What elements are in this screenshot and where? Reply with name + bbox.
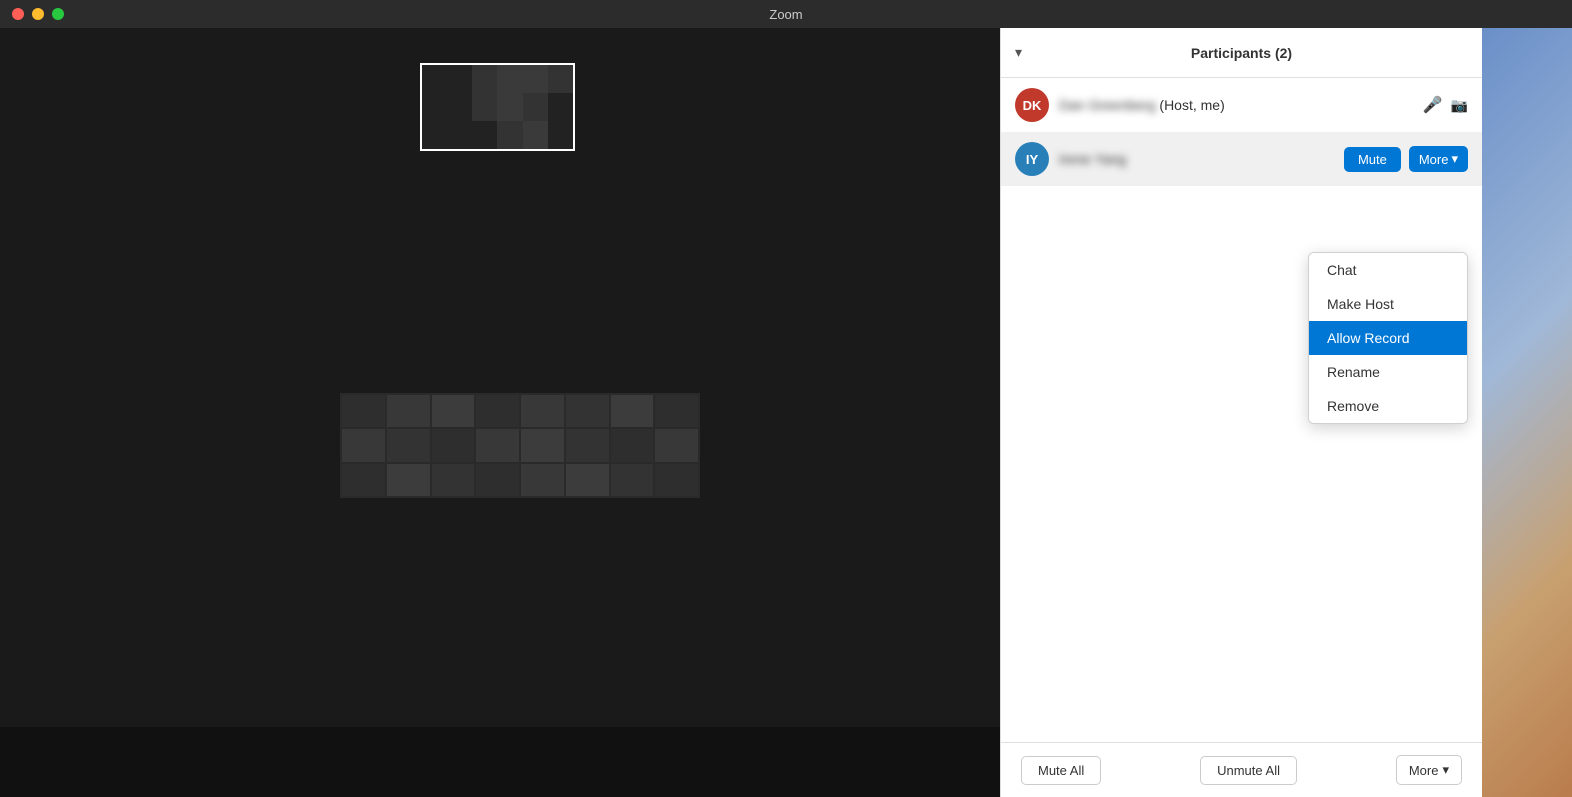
chevron-down-icon: ▾ (1451, 151, 1458, 167)
participant-controls-2: Mute More ▾ (1344, 146, 1468, 172)
thumb-cell (472, 121, 497, 149)
participant-row: IY Irene Yang Mute More ▾ (1001, 132, 1482, 186)
mic-icon: 🎤 (1423, 95, 1443, 115)
thumb-cell (447, 121, 472, 149)
dropdown-item-label: Remove (1327, 398, 1379, 414)
mute-all-button[interactable]: Mute All (1021, 756, 1101, 785)
participant-name-blurred: Dan Greenberg (1059, 97, 1156, 113)
blur-cell (521, 395, 564, 427)
avatar: DK (1015, 88, 1049, 122)
dropdown-item-make-host[interactable]: Make Host (1309, 287, 1467, 321)
dropdown-item-chat[interactable]: Chat (1309, 253, 1467, 287)
thumb-cell (447, 93, 472, 121)
panel-collapse-chevron[interactable]: ▾ (1015, 44, 1022, 61)
blur-cell (611, 464, 654, 496)
dropdown-item-label: Rename (1327, 364, 1380, 380)
dropdown-item-rename[interactable]: Rename (1309, 355, 1467, 389)
video-thumbnail (420, 63, 575, 151)
video-blur-area (340, 393, 700, 498)
blur-cell (476, 464, 519, 496)
blur-cell (476, 395, 519, 427)
video-toolbar (0, 727, 1000, 797)
video-area (0, 28, 1000, 797)
chevron-down-icon: ▾ (1442, 762, 1449, 778)
blur-cell (655, 464, 698, 496)
blur-cell (655, 429, 698, 461)
footer-more-label: More (1409, 763, 1439, 778)
dropdown-item-label: Allow Record (1327, 330, 1409, 346)
blur-cell (566, 395, 609, 427)
participants-panel: ▾ Participants (2) DK Dan Greenberg (Hos… (1001, 28, 1482, 797)
participant-row: DK Dan Greenberg (Host, me) 🎤 📷 (1001, 78, 1482, 132)
mac-desktop-bg (1482, 28, 1572, 797)
title-bar: Zoom (0, 0, 1572, 28)
participant-name: Dan Greenberg (Host, me) (1059, 97, 1413, 113)
participant-controls: 🎤 📷 (1423, 95, 1468, 115)
blur-cell (521, 429, 564, 461)
blur-cell (387, 395, 430, 427)
blur-cell (476, 429, 519, 461)
blur-cell (566, 464, 609, 496)
unmute-all-button[interactable]: Unmute All (1200, 756, 1297, 785)
dropdown-item-remove[interactable]: Remove (1309, 389, 1467, 423)
more-button[interactable]: More ▾ (1409, 146, 1468, 172)
blur-cell (387, 429, 430, 461)
blur-cell (432, 464, 475, 496)
thumb-cell (422, 93, 447, 121)
avatar-initials: IY (1026, 152, 1038, 167)
avatar-initials: DK (1023, 98, 1042, 113)
panel-header: ▾ Participants (2) (1001, 28, 1482, 78)
app-title: Zoom (769, 7, 802, 22)
video-main (0, 28, 1000, 727)
dropdown-item-allow-record[interactable]: Allow Record (1309, 321, 1467, 355)
participant-role: (Host, me) (1159, 97, 1224, 113)
thumb-cell (523, 65, 548, 93)
blur-cell (387, 464, 430, 496)
maximize-button[interactable] (52, 8, 64, 20)
thumb-cell (548, 93, 573, 121)
blur-cell (342, 395, 385, 427)
main-content: ▾ Participants (2) DK Dan Greenberg (Hos… (0, 28, 1572, 797)
mute-button[interactable]: Mute (1344, 147, 1401, 172)
dropdown-item-label: Chat (1327, 262, 1357, 278)
blur-cell (566, 429, 609, 461)
thumb-cell (548, 121, 573, 149)
dropdown-menu: Chat Make Host Allow Record Rename Remov (1308, 252, 1468, 424)
blur-cell (432, 429, 475, 461)
blur-cell (342, 429, 385, 461)
blur-cell (611, 429, 654, 461)
thumb-cell (447, 65, 472, 93)
traffic-lights (12, 8, 64, 20)
thumb-cell (497, 121, 522, 149)
panel-footer: Mute All Unmute All More ▾ (1001, 742, 1482, 797)
thumb-cell (497, 65, 522, 93)
avatar: IY (1015, 142, 1049, 176)
footer-more-button[interactable]: More ▾ (1396, 755, 1462, 785)
blur-cell (611, 395, 654, 427)
more-label: More (1419, 152, 1449, 167)
dropdown-item-label: Make Host (1327, 296, 1394, 312)
blur-cell (432, 395, 475, 427)
thumb-cell (472, 93, 497, 121)
blur-cell (521, 464, 564, 496)
participant-name-blurred: Irene Yang (1059, 151, 1126, 167)
participant-list: DK Dan Greenberg (Host, me) 🎤 📷 IY (1001, 78, 1482, 742)
close-button[interactable] (12, 8, 24, 20)
panel-title: Participants (2) (1191, 45, 1292, 61)
thumb-cell (523, 121, 548, 149)
sidebar: ▾ Participants (2) DK Dan Greenberg (Hos… (1000, 28, 1572, 797)
thumb-cell (422, 121, 447, 149)
thumb-cell (548, 65, 573, 93)
minimize-button[interactable] (32, 8, 44, 20)
thumb-grid (422, 65, 573, 149)
video-off-icon: 📷 (1451, 97, 1468, 114)
thumb-cell (422, 65, 447, 93)
thumb-cell (497, 93, 522, 121)
blur-cell (342, 464, 385, 496)
thumb-cell (472, 65, 497, 93)
participant-name: Irene Yang (1059, 151, 1334, 167)
blur-cell (655, 395, 698, 427)
thumb-cell (523, 93, 548, 121)
